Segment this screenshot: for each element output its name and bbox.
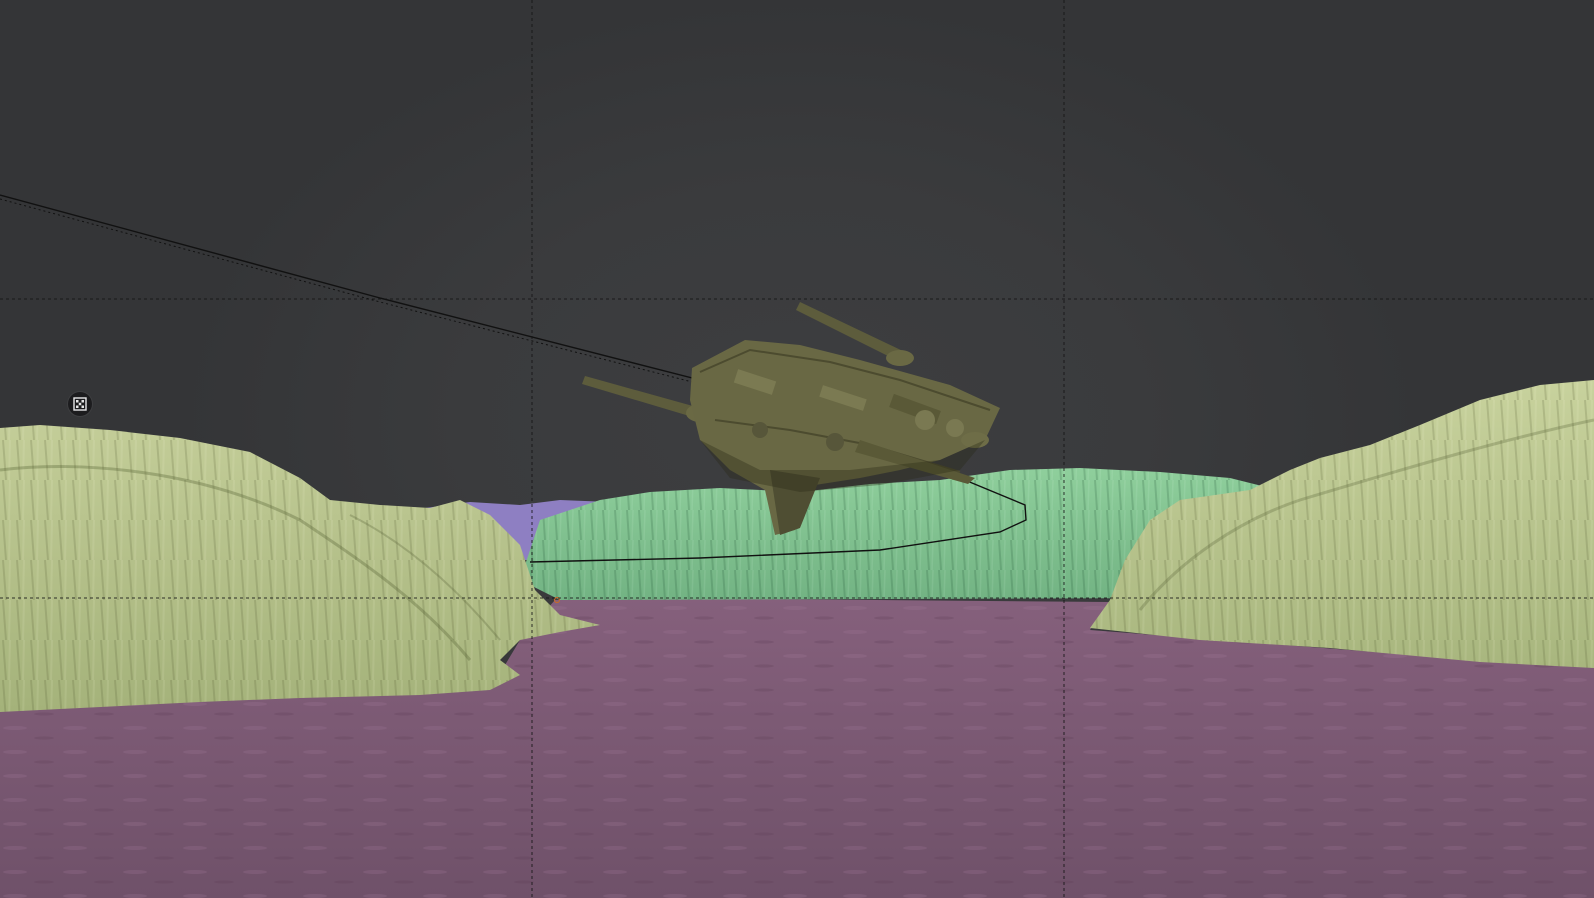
film-clapper-icon[interactable] bbox=[68, 392, 92, 416]
3d-viewport[interactable] bbox=[0, 0, 1594, 898]
scene-render[interactable] bbox=[0, 0, 1594, 898]
cliffs-right[interactable] bbox=[1090, 380, 1594, 668]
cliffs-left[interactable] bbox=[0, 425, 600, 712]
